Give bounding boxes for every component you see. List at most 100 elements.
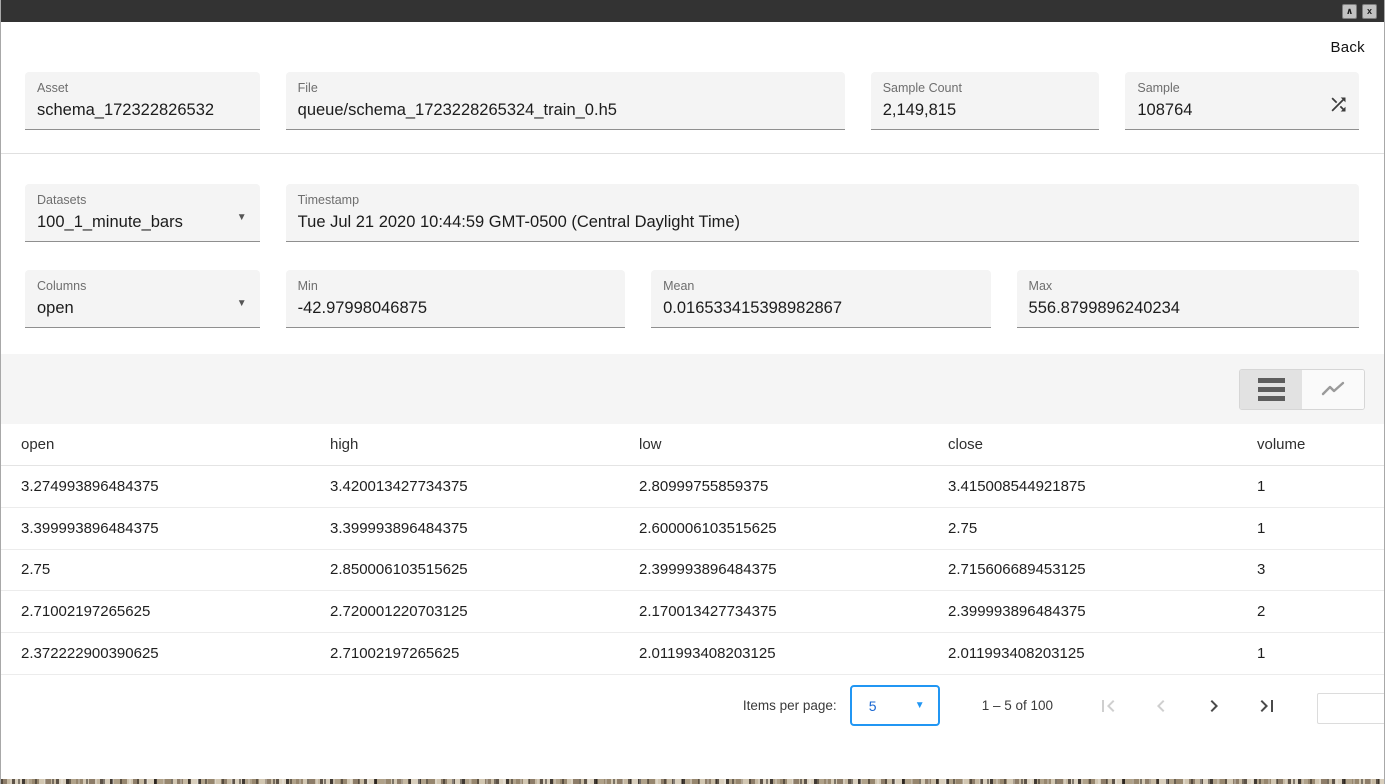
page-size-value: 5: [869, 698, 877, 714]
table-cell: 2.011993408203125: [948, 645, 1257, 662]
table-row[interactable]: 2.710021972656252.7200012207031252.17001…: [1, 591, 1384, 633]
list-view-icon: [1258, 378, 1285, 401]
max-field[interactable]: Max 556.8799896240234: [1017, 270, 1359, 328]
table-cell: 2.372222900390625: [21, 645, 330, 662]
line-chart-icon: [1320, 379, 1346, 401]
dropdown-arrow-icon: ▼: [237, 213, 247, 223]
chart-view-button[interactable]: [1302, 370, 1364, 409]
table-cell: 2.170013427734375: [639, 603, 948, 620]
table-cell: 2.600006103515625: [639, 520, 948, 537]
back-row: Back: [1, 22, 1384, 60]
column-header-high: high: [330, 436, 639, 453]
column-header-low: low: [639, 436, 948, 453]
sample-field[interactable]: Sample 108764: [1125, 72, 1359, 130]
table-row[interactable]: 2.3722229003906252.710021972656252.01199…: [1, 633, 1384, 675]
next-page-button[interactable]: [1194, 686, 1234, 726]
datasets-value: 100_1_minute_bars: [37, 213, 248, 232]
file-label: File: [298, 81, 833, 97]
table-view-button[interactable]: [1240, 370, 1302, 409]
timestamp-value: Tue Jul 21 2020 10:44:59 GMT-0500 (Centr…: [298, 213, 1347, 232]
mean-field[interactable]: Mean 0.016533415398982867: [651, 270, 990, 328]
table-cell: 2.75: [948, 520, 1257, 537]
columns-select[interactable]: Columns open ▼: [25, 270, 260, 328]
min-field[interactable]: Min -42.97998046875: [286, 270, 625, 328]
columns-value: open: [37, 299, 248, 318]
table-cell: 2.720001220703125: [330, 603, 639, 620]
sample-count-field[interactable]: Sample Count 2,149,815: [871, 72, 1100, 130]
sample-count-label: Sample Count: [883, 81, 1088, 97]
column-header-open: open: [21, 436, 330, 453]
max-label: Max: [1029, 279, 1347, 295]
column-header-volume: volume: [1257, 436, 1384, 453]
first-page-button[interactable]: [1088, 686, 1128, 726]
last-page-icon: [1255, 694, 1279, 718]
table-cell: 1: [1257, 520, 1384, 537]
dropdown-arrow-icon: ▼: [237, 299, 247, 309]
table-cell: 2.715606689453125: [948, 561, 1257, 578]
sample-value: 108764: [1137, 101, 1347, 120]
columns-label: Columns: [37, 279, 248, 295]
view-toolbar: [1, 354, 1384, 424]
table-cell: 2.011993408203125: [639, 645, 948, 662]
sample-count-value: 2,149,815: [883, 101, 1088, 120]
table-cell: 1: [1257, 645, 1384, 662]
table-cell: 3.399993896484375: [21, 520, 330, 537]
first-page-icon: [1096, 694, 1120, 718]
datasets-label: Datasets: [37, 193, 248, 209]
table-cell: 3.415008544921875: [948, 478, 1257, 495]
table-cell: 3: [1257, 561, 1384, 578]
view-toggle-group: [1239, 369, 1365, 410]
table-cell: 2.75: [21, 561, 330, 578]
data-table: open high low close volume 3.27499389648…: [1, 424, 1384, 675]
table-cell: 2.399993896484375: [948, 603, 1257, 620]
info-section: Asset schema_172322826532 File queue/sch…: [1, 60, 1384, 153]
titlebar: ∧ x: [1, 0, 1384, 22]
table-row[interactable]: 2.752.8500061035156252.3999938964843752.…: [1, 550, 1384, 592]
table-cell: 2: [1257, 603, 1384, 620]
items-per-page-label: Items per page:: [743, 698, 837, 713]
timestamp-field[interactable]: Timestamp Tue Jul 21 2020 10:44:59 GMT-0…: [286, 184, 1359, 242]
table-header-row: open high low close volume: [1, 424, 1384, 466]
file-value: queue/schema_1723228265324_train_0.h5: [298, 101, 833, 120]
table-cell: 2.71002197265625: [330, 645, 639, 662]
previous-page-button[interactable]: [1141, 686, 1181, 726]
table-cell: 1: [1257, 478, 1384, 495]
dataset-section: Datasets 100_1_minute_bars ▼ Timestamp T…: [1, 154, 1384, 354]
mean-value: 0.016533415398982867: [663, 299, 978, 318]
asset-value: schema_172322826532: [37, 101, 248, 120]
sample-label: Sample: [1137, 81, 1347, 97]
table-cell: 3.274993896484375: [21, 478, 330, 495]
table-cell: 2.80999755859375: [639, 478, 948, 495]
chevron-left-icon: [1149, 694, 1173, 718]
chevron-right-icon: [1202, 694, 1226, 718]
asset-label: Asset: [37, 81, 248, 97]
table-row[interactable]: 3.3999938964843753.3999938964843752.6000…: [1, 508, 1384, 550]
column-header-close: close: [948, 436, 1257, 453]
min-value: -42.97998046875: [298, 299, 613, 318]
app-window: ∧ x Back Asset schema_172322826532 File …: [0, 0, 1385, 784]
page-range-label: 1 – 5 of 100: [982, 698, 1053, 713]
table-cell: 3.399993896484375: [330, 520, 639, 537]
asset-field[interactable]: Asset schema_172322826532: [25, 72, 260, 130]
max-value: 556.8799896240234: [1029, 299, 1347, 318]
window-shade-button[interactable]: ∧: [1342, 4, 1357, 19]
timestamp-label: Timestamp: [298, 193, 1347, 209]
file-field[interactable]: File queue/schema_1723228265324_train_0.…: [286, 72, 845, 130]
ghost-box: [1317, 693, 1385, 724]
shuffle-icon[interactable]: [1328, 94, 1349, 120]
select-caret-icon: ▼: [915, 701, 925, 711]
last-page-button[interactable]: [1247, 686, 1287, 726]
min-label: Min: [298, 279, 613, 295]
window-close-button[interactable]: x: [1362, 4, 1377, 19]
table-body: 3.2749938964843753.4200134277343752.8099…: [1, 466, 1384, 675]
datasets-select[interactable]: Datasets 100_1_minute_bars ▼: [25, 184, 260, 242]
table-cell: 2.71002197265625: [21, 603, 330, 620]
table-cell: 2.850006103515625: [330, 561, 639, 578]
shade-icon: ∧: [1346, 7, 1353, 16]
page-size-select[interactable]: 5 ▼: [850, 685, 940, 726]
table-cell: 3.420013427734375: [330, 478, 639, 495]
back-button[interactable]: Back: [1330, 39, 1365, 56]
table-cell: 2.399993896484375: [639, 561, 948, 578]
table-row[interactable]: 3.2749938964843753.4200134277343752.8099…: [1, 466, 1384, 508]
desktop-background-strip: [1, 779, 1384, 784]
